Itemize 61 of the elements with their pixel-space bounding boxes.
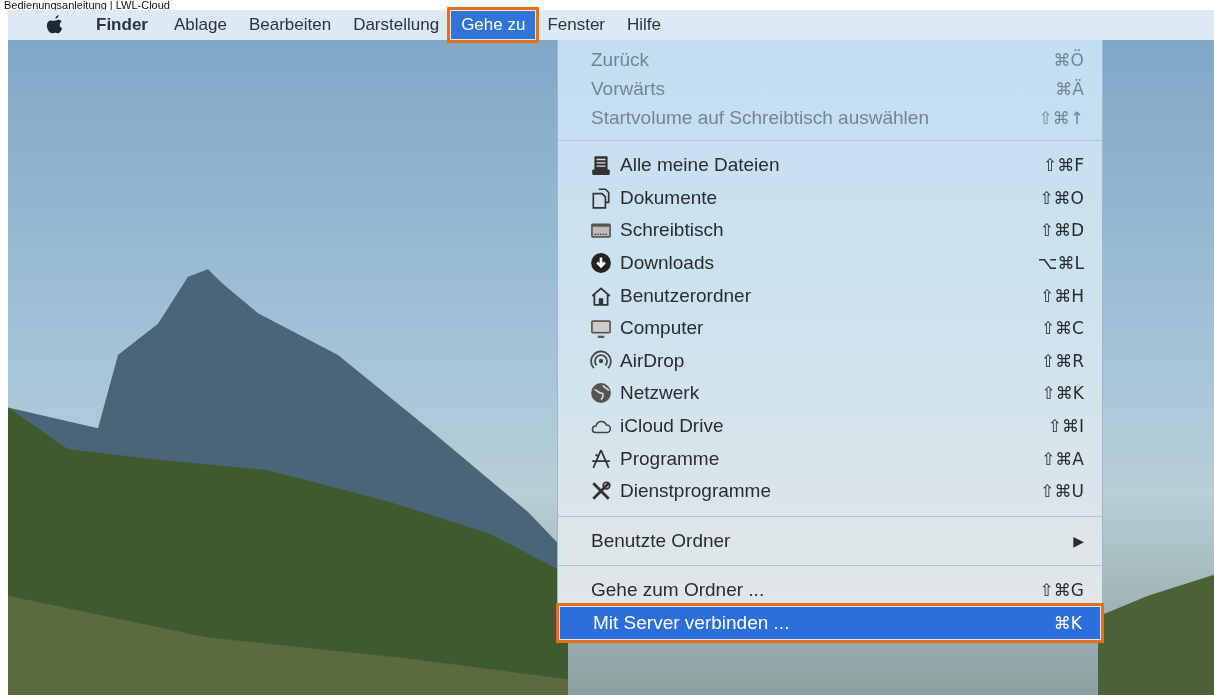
menu-bar-item[interactable]: Hilfe	[617, 11, 672, 39]
menu-item[interactable]: Gehe zum Ordner ... ⇧⌘G	[558, 574, 1102, 607]
submenu-item[interactable]: Benutzte Ordner ▶	[558, 524, 1102, 558]
menu-item-label: Alle meine Dateien	[620, 154, 781, 177]
menu-item[interactable]: Dienstprogramme ⇧⌘U	[558, 474, 1102, 508]
tools-icon	[590, 480, 612, 503]
documents-icon	[590, 186, 612, 209]
shortcut-label: ⇧⌘G	[1039, 580, 1084, 601]
menu-bar-item[interactable]: Fenster	[537, 11, 616, 39]
menu-item-label: Schreibtisch	[620, 219, 725, 242]
shortcut-label: ⇧⌘A	[1041, 448, 1084, 469]
shortcut-label: ⌘Ö	[1053, 49, 1084, 70]
menu-bar-item[interactable]: Ablage	[163, 11, 237, 39]
menu-item[interactable]: Netzwerk ⇧⌘K	[558, 377, 1102, 410]
shortcut-label: ⇧⌘C	[1040, 318, 1084, 339]
app-menu[interactable]: Finder	[86, 11, 158, 39]
menu-item[interactable]: Computer ⇧⌘C	[558, 311, 1102, 345]
menu-item-label: Benutzte Ordner	[591, 529, 732, 552]
shortcut-label: ⇧⌘D	[1039, 220, 1084, 241]
apple-logo-icon[interactable]	[46, 14, 64, 36]
menu-item-label: Gehe zum Ordner ...	[591, 579, 766, 602]
menu-item-label: AirDrop	[620, 349, 686, 372]
shortcut-label: ⌘Ä	[1055, 78, 1084, 99]
menu-item[interactable]: iCloud Drive ⇧⌘I	[558, 409, 1102, 443]
shortcut-label: ⇧⌘F	[1042, 155, 1084, 176]
menu-bar-item[interactable]: Darstellung	[343, 11, 450, 39]
menu-item[interactable]: Dokumente ⇧⌘O	[558, 181, 1102, 215]
shortcut-label: ⇧⌘U	[1040, 481, 1084, 502]
shortcut-label: ⇧⌘O	[1039, 187, 1084, 208]
shortcut-label: ⌘K	[1053, 613, 1082, 633]
menu-item-label: Vorwärts	[591, 77, 666, 100]
menu-item-label: Computer	[620, 317, 705, 340]
download-icon	[590, 252, 612, 275]
menu-item-label: Downloads	[620, 252, 715, 275]
menu-item-label: Netzwerk	[620, 382, 701, 405]
menu-item-label: Programme	[620, 447, 721, 470]
menu-bar-item[interactable]: Bearbeiten	[238, 11, 342, 39]
shortcut-label: ⇧⌘↑	[1038, 107, 1084, 128]
menu-item-label: Mit Server verbinden ...	[593, 612, 791, 634]
files-icon	[590, 154, 612, 177]
shortcut-label: ⇧⌘I	[1047, 416, 1084, 437]
apps-icon	[590, 447, 612, 470]
menu-item-label: Startvolume auf Schreibtisch auswählen	[591, 106, 930, 129]
submenu-arrow: ▶	[1073, 532, 1084, 549]
menu-item[interactable]: Benutzerordner ⇧⌘H	[558, 279, 1102, 312]
computer-icon	[590, 317, 612, 340]
shortcut-label: ⌥⌘L	[1037, 253, 1084, 274]
shortcut-label: ⇧⌘R	[1040, 350, 1084, 371]
menu-item-label: Zurück	[591, 48, 651, 71]
menu-item-label: Dokumente	[620, 186, 719, 209]
menu-item-label: Dienstprogramme	[620, 480, 772, 503]
shortcut-label: ⇧⌘K	[1041, 383, 1084, 404]
menu-item-label: iCloud Drive	[620, 415, 725, 438]
menu-item[interactable]: Schreibtisch ⇧⌘D	[558, 214, 1102, 247]
menu-item[interactable]: Alle meine Dateien ⇧⌘F	[558, 149, 1102, 182]
shortcut-label: ⇧⌘H	[1039, 285, 1084, 306]
globe-icon	[590, 382, 612, 405]
menu-item[interactable]: Downloads ⌥⌘L	[558, 246, 1102, 280]
menu-item[interactable]: Programme ⇧⌘A	[558, 442, 1102, 475]
menu-item[interactable]: AirDrop ⇧⌘R	[558, 344, 1102, 378]
menu-item-label: Benutzerordner	[620, 284, 752, 307]
